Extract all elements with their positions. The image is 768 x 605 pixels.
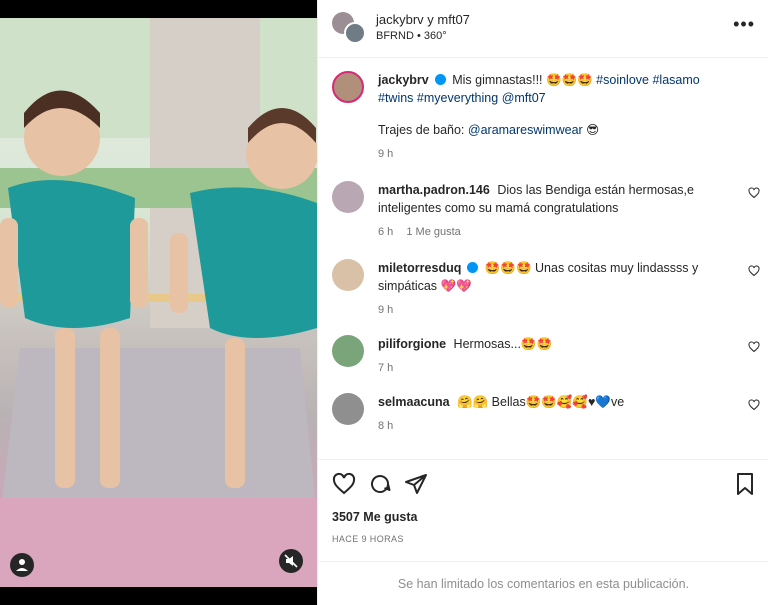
post-timestamp: HACE 9 HORAS <box>332 534 404 544</box>
comment-time: 6 h <box>378 226 394 238</box>
comment-body: miletorresduq 🤩🤩🤩 Unas cositas muy linda… <box>378 259 738 319</box>
post-panel: jackybrv y mft07 BFRND • 360° ••• jackyb… <box>317 0 768 605</box>
more-options-button[interactable]: ••• <box>733 14 755 35</box>
share-button[interactable] <box>404 472 428 496</box>
user-tag-icon <box>16 559 28 571</box>
header-subtitle: BFRND • 360° <box>376 30 447 42</box>
comment-avatar[interactable] <box>332 393 364 425</box>
header-usernames[interactable]: jackybrv y mft07 <box>376 12 470 27</box>
comment-meta: 9 h <box>378 301 738 319</box>
comment-username[interactable]: martha.padron.146 <box>378 183 490 197</box>
photo-illustration <box>0 18 317 587</box>
comment-body: selmaacuna 🤗🤗 Bellas🤩🤩🥰🥰♥💙ve 8 h <box>378 393 738 435</box>
share-icon <box>405 474 427 494</box>
comment-meta: 6 h 1 Me gusta <box>378 223 738 241</box>
bookmark-icon <box>737 473 753 495</box>
comment-text: Hermosas...🤩🤩 <box>453 337 553 351</box>
comment-meta: 8 h <box>378 417 738 435</box>
mute-icon <box>284 554 298 568</box>
user-tag-button[interactable] <box>10 553 34 577</box>
comment-button[interactable] <box>368 472 392 496</box>
comment-meta: 7 h <box>378 359 738 377</box>
photo-bottom-bar <box>0 587 317 605</box>
caption-mention[interactable]: @mft07 <box>502 91 546 105</box>
comment-avatar[interactable] <box>332 259 364 291</box>
action-bar: 3507 Me gusta HACE 9 HORAS <box>318 459 768 561</box>
comment-username[interactable]: miletorresduq <box>378 261 461 275</box>
caption-time: 9 h <box>378 148 394 160</box>
comment-time: 7 h <box>378 362 394 374</box>
post-modal: jackybrv y mft07 BFRND • 360° ••• jackyb… <box>0 0 768 605</box>
comment-time: 8 h <box>378 420 394 432</box>
more-icon: ••• <box>733 14 755 34</box>
comment-avatar[interactable] <box>332 181 364 213</box>
verified-icon <box>467 262 479 273</box>
verified-icon <box>434 74 446 85</box>
comment-username[interactable]: piliforgione <box>378 337 446 351</box>
comments-list: jackybrv Mis gimnastas!!! 🤩🤩🤩 #soinlove … <box>318 59 768 459</box>
caption-body: jackybrv Mis gimnastas!!! 🤩🤩🤩 #soinlove … <box>378 71 738 163</box>
comment-time: 9 h <box>378 304 394 316</box>
caption-line2-emoji: 😎 <box>586 123 600 137</box>
header-avatar-2[interactable] <box>344 22 366 44</box>
heart-icon[interactable] <box>748 187 760 199</box>
save-button[interactable] <box>734 472 756 496</box>
heart-icon <box>332 472 356 495</box>
post-header: jackybrv y mft07 BFRND • 360° ••• <box>318 0 768 58</box>
like-button[interactable] <box>332 472 356 496</box>
heart-icon[interactable] <box>748 265 760 277</box>
heart-icon[interactable] <box>748 399 760 411</box>
comment-body: martha.padron.146 Dios las Bendiga están… <box>378 181 738 241</box>
comments-limited-notice: Se han limitado los comentarios en esta … <box>318 561 768 605</box>
post-photo[interactable] <box>0 0 317 605</box>
caption-line2-label: Trajes de baño: <box>378 123 465 137</box>
comment-avatar[interactable] <box>332 335 364 367</box>
caption-text: Mis gimnastas!!! 🤩🤩🤩 <box>452 73 593 87</box>
comment-icon <box>371 475 391 493</box>
likes-count[interactable]: 3507 Me gusta <box>332 510 417 524</box>
heart-icon[interactable] <box>748 341 760 353</box>
comment-body: piliforgione Hermosas...🤩🤩 7 h <box>378 335 738 377</box>
caption-username[interactable]: jackybrv <box>378 73 429 87</box>
caption-line2-mention[interactable]: @aramareswimwear <box>468 123 583 137</box>
photo-scene <box>0 18 317 587</box>
comment-username[interactable]: selmaacuna <box>378 395 450 409</box>
comment-likes[interactable]: 1 Me gusta <box>406 226 460 238</box>
comment-text: 🤗🤗 Bellas🤩🤩🥰🥰♥💙ve <box>457 395 625 409</box>
caption-meta: 9 h <box>378 145 738 163</box>
caption-avatar[interactable] <box>332 71 364 103</box>
mute-button[interactable] <box>279 549 303 573</box>
